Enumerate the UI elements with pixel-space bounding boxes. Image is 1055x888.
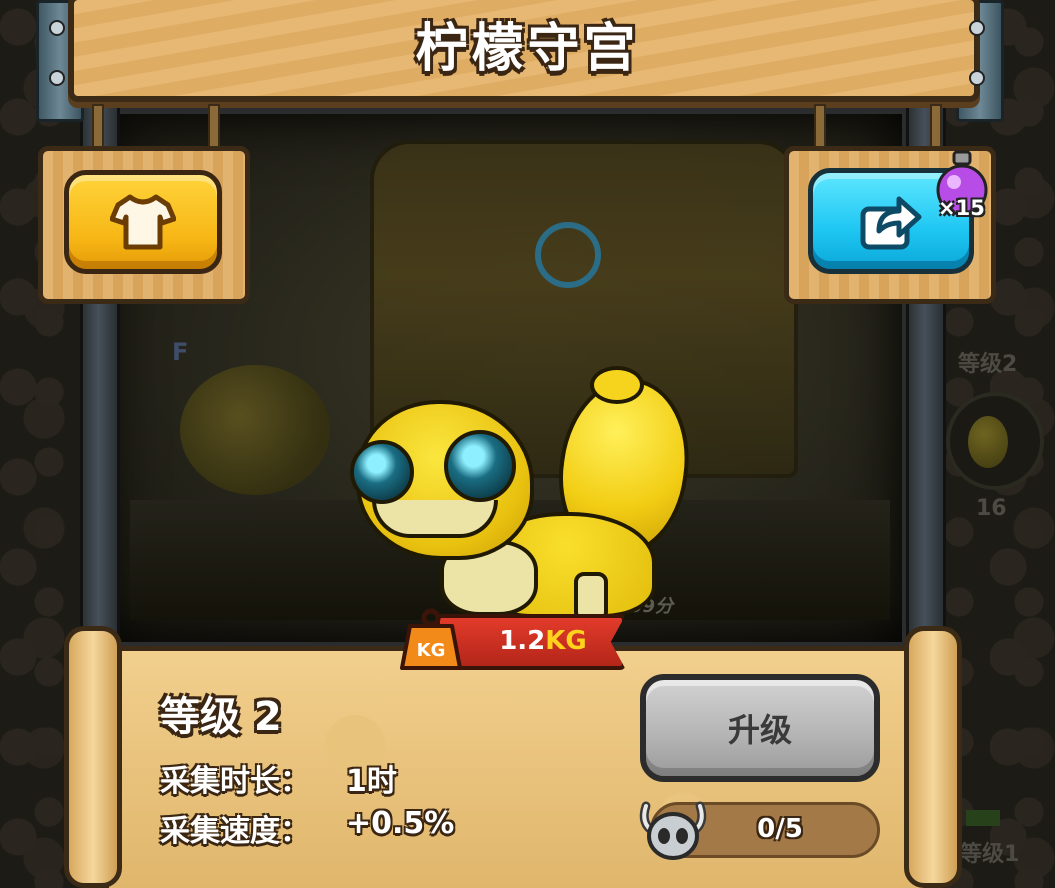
stat-value-duration: 1时 [346,764,397,799]
stat-label-speed: 采集速度： [160,814,310,849]
kg-weight-icon: KG [400,608,462,670]
lemon-icon [968,416,1008,468]
weight-value: 1.2 [499,626,546,656]
kg-icon-label: KG [417,640,446,661]
share-icon [860,196,922,250]
weight-unit: KG [545,626,587,656]
background-gecko [180,365,330,495]
gecko-left-eye [350,440,414,504]
horned-skull-icon [639,801,707,860]
gecko-right-eye [444,430,516,502]
temple-ring-decoration [535,222,601,288]
side-progress-bar [966,810,1000,826]
scene-marker: F [172,338,189,366]
upgrade-progress-text: 0/5 [757,814,803,844]
weight-display: 1.2KG [468,626,618,656]
stat-label-duration: 采集时长： [160,764,310,799]
stat-value-speed: +0.5% [346,806,455,841]
scroll-right-roll [904,626,962,888]
upgrade-button[interactable]: 升级 [640,674,880,782]
side-level-label: 等级2 [958,352,1018,377]
gecko-mouth [372,500,498,538]
page-title: 柠檬守宫 [415,19,640,79]
scroll-left-roll [64,626,122,888]
outfit-button[interactable] [64,170,222,274]
side-count: 16 [976,496,1007,521]
shirt-icon [110,194,176,250]
level-title: 等级 2 [160,694,282,740]
side-bottom-level-label: 等级1 [960,842,1020,867]
potion-count: ×15 [938,196,985,220]
lemon-tail-tip [590,366,644,404]
